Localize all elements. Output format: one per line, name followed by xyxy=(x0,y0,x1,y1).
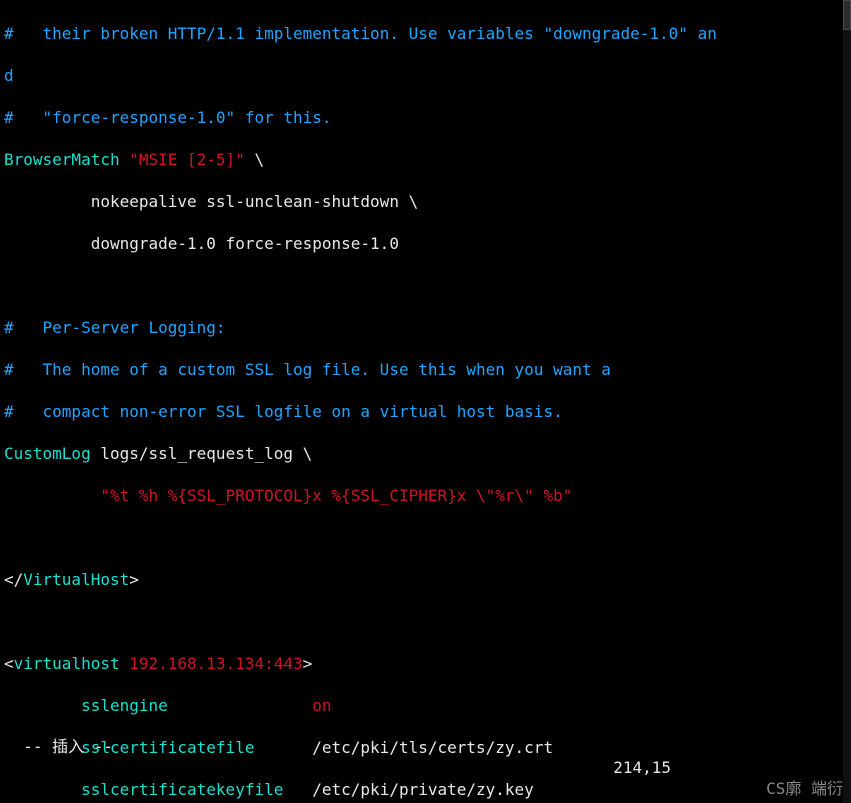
comment-text: # compact non-error SSL logfile on a vir… xyxy=(4,402,563,421)
vim-mode-indicator: -- 插入 -- xyxy=(23,736,113,757)
config-text: downgrade-1.0 force-response-1.0 xyxy=(4,234,399,253)
code-line: downgrade-1.0 force-response-1.0 xyxy=(4,233,851,254)
tag-arg: 192.168.13.134:443 xyxy=(120,654,303,673)
tag-bracket: < xyxy=(4,654,14,673)
value: on xyxy=(312,696,331,715)
code-line: # compact non-error SSL logfile on a vir… xyxy=(4,401,851,422)
string-literal: "MSIE [2-5]" xyxy=(120,150,245,169)
cursor-position: 214,15 xyxy=(613,757,671,778)
blank-line xyxy=(4,611,851,632)
code-line: CustomLog logs/ssl_request_log \ xyxy=(4,443,851,464)
directive: BrowserMatch xyxy=(4,150,120,169)
code-line: </VirtualHost> xyxy=(4,569,851,590)
code-line: <virtualhost 192.168.13.134:443> xyxy=(4,653,851,674)
code-line: # Per-Server Logging: xyxy=(4,317,851,338)
tag-name: VirtualHost xyxy=(23,570,129,589)
tag-bracket: > xyxy=(303,654,313,673)
line-cont: \ xyxy=(245,150,264,169)
comment-text: # "force-response-1.0" for this. xyxy=(4,108,332,127)
terminal-editor[interactable]: # their broken HTTP/1.1 implementation. … xyxy=(0,0,851,803)
code-line: # The home of a custom SSL log file. Use… xyxy=(4,359,851,380)
watermark-text: CS廓 端衍 xyxy=(766,778,843,799)
spacer xyxy=(168,696,313,715)
code-line: d xyxy=(4,65,851,86)
directive: sslengine xyxy=(4,696,168,715)
comment-text: d xyxy=(4,66,14,85)
code-line: sslengine on xyxy=(4,695,851,716)
code-line: BrowserMatch "MSIE [2-5]" \ xyxy=(4,149,851,170)
config-text: nokeepalive ssl-unclean-shutdown \ xyxy=(4,192,418,211)
code-line: nokeepalive ssl-unclean-shutdown \ xyxy=(4,191,851,212)
comment-text: # their broken HTTP/1.1 implementation. … xyxy=(4,24,717,43)
blank-line xyxy=(4,527,851,548)
tag-name: virtualhost xyxy=(14,654,120,673)
vim-status-bar: -- 插入 -- 214,15 CS廓 端衍 xyxy=(0,715,851,799)
comment-text: # The home of a custom SSL log file. Use… xyxy=(4,360,611,379)
directive: CustomLog xyxy=(4,444,91,463)
blank-line xyxy=(4,275,851,296)
string-literal: "%t %h %{SSL_PROTOCOL}x %{SSL_CIPHER}x \… xyxy=(4,486,572,505)
tag-bracket: > xyxy=(129,570,139,589)
comment-text: # Per-Server Logging: xyxy=(4,318,226,337)
code-line: # "force-response-1.0" for this. xyxy=(4,107,851,128)
config-text: logs/ssl_request_log \ xyxy=(91,444,313,463)
tag-bracket: </ xyxy=(4,570,23,589)
scroll-thumb[interactable] xyxy=(843,0,851,30)
vertical-scrollbar[interactable] xyxy=(843,0,851,803)
code-line: # their broken HTTP/1.1 implementation. … xyxy=(4,23,851,44)
code-line: "%t %h %{SSL_PROTOCOL}x %{SSL_CIPHER}x \… xyxy=(4,485,851,506)
